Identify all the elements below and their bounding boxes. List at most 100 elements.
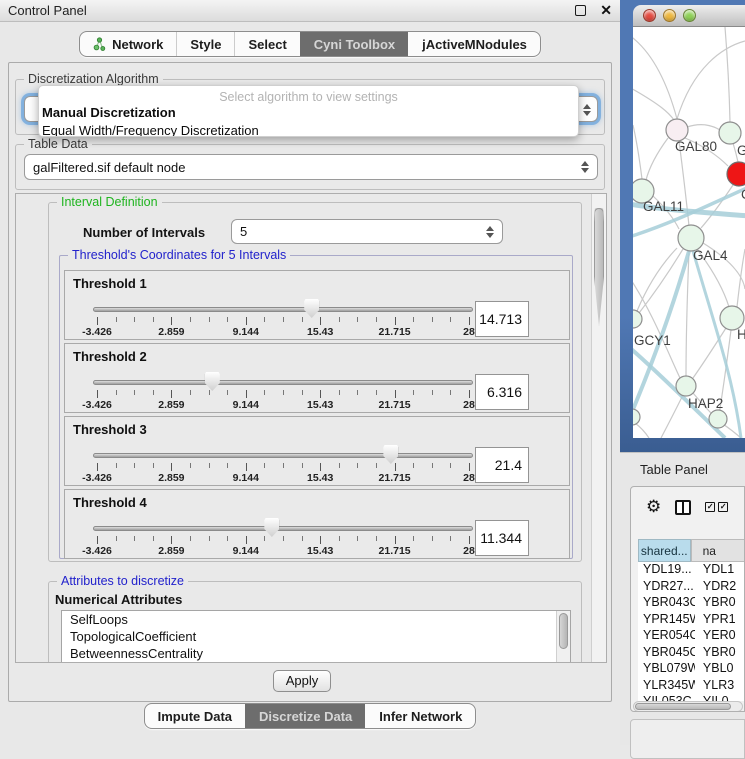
algorithm-option-manual[interactable]: Manual Discretization: [39, 104, 578, 122]
threshold-value-field[interactable]: 6.316: [475, 374, 529, 410]
node-a[interactable]: [709, 410, 727, 428]
algorithm-placeholder-option: Select algorithm to view settings: [39, 86, 578, 104]
slider-tick: [153, 390, 154, 395]
attributes-list-scrollbar[interactable]: [556, 611, 570, 663]
slider-tick: [246, 536, 247, 544]
slider-tick-label: 21.715: [379, 326, 411, 338]
threshold-slider[interactable]: -3.4262.8599.14415.4321.71528: [93, 447, 473, 485]
threshold-slider[interactable]: -3.4262.8599.14415.4321.71528: [93, 520, 473, 558]
column-header-shared-name[interactable]: shared...: [638, 539, 691, 562]
table-row[interactable]: YIL053CYIL0: [638, 694, 745, 701]
cell-name: YBL0: [695, 661, 745, 678]
table-row[interactable]: YBR045CYBR0: [638, 645, 745, 662]
gear-icon[interactable]: ⚙: [646, 499, 661, 516]
table-row[interactable]: YLR345WYLR3: [638, 678, 745, 695]
slider-tick: [116, 463, 117, 468]
panel-vertical-scrollbar[interactable]: [591, 194, 606, 662]
cell-shared-name: YPR145W: [638, 612, 695, 629]
slider-thumb[interactable]: [383, 445, 398, 464]
threshold-value-field[interactable]: 14.713: [475, 301, 529, 337]
cell-shared-name: YBR045C: [638, 645, 695, 662]
slider-tick: [469, 317, 470, 325]
slider-tick: [339, 390, 340, 395]
slider-tick: [134, 536, 135, 541]
tab-impute-data[interactable]: Impute Data: [145, 704, 245, 728]
number-of-intervals-combo[interactable]: 5: [231, 219, 503, 244]
tab-style[interactable]: Style: [176, 32, 234, 56]
gal-node[interactable]: [719, 122, 741, 144]
network-view-window: GAL80GACGAL11GAL4GCY1HHAP2: [633, 5, 745, 439]
float-window-icon[interactable]: [575, 5, 586, 16]
network-edge: [633, 277, 680, 378]
slider-tick: [302, 463, 303, 468]
slider-tick: [450, 390, 451, 395]
threshold-value-field[interactable]: 11.344: [475, 520, 529, 556]
close-traffic-light[interactable]: [643, 9, 656, 22]
gal80-node[interactable]: [666, 119, 688, 141]
cyni-toolbox-panel: Discretization Algorithm Table Data galF…: [8, 62, 612, 702]
tab-select[interactable]: Select: [234, 32, 299, 56]
control-panel: Control Panel ✕ NetworkStyleSelectCyni T…: [0, 0, 620, 745]
network-canvas[interactable]: GAL80GACGAL11GAL4GCY1HHAP2: [633, 27, 745, 438]
slider-tick: [227, 390, 228, 395]
node-label: GAL11: [643, 199, 684, 214]
slider-thumb[interactable]: [304, 299, 319, 318]
network-edge: [725, 27, 730, 122]
cell-name: YDL1: [695, 562, 745, 579]
table-row[interactable]: YDR27...YDR2: [638, 579, 745, 596]
network-window-titlebar[interactable]: [633, 5, 745, 27]
table-horizontal-scrollbar[interactable]: [633, 701, 743, 712]
table-row[interactable]: YER054CYER0: [638, 628, 745, 645]
hap2-node[interactable]: [676, 376, 696, 396]
column-header-name[interactable]: na: [691, 539, 745, 562]
checkbox-icon[interactable]: ✓: [718, 502, 728, 512]
checkbox-icon[interactable]: ✓: [705, 502, 715, 512]
gcy1-node[interactable]: [633, 310, 642, 328]
minimize-traffic-light[interactable]: [663, 9, 676, 22]
attribute-list-item[interactable]: TopologicalCoefficient: [62, 628, 570, 645]
slider-tick: [376, 390, 377, 395]
slider-thumb[interactable]: [205, 372, 220, 391]
tab-cyni-toolbox[interactable]: Cyni Toolbox: [300, 32, 408, 56]
cell-shared-name: YER054C: [638, 628, 695, 645]
thresholds-coordinates-title: Threshold's Coordinates for 5 Intervals: [68, 248, 290, 263]
tab-infer-network[interactable]: Infer Network: [365, 704, 475, 728]
slider-thumb[interactable]: [264, 518, 279, 537]
bottom-tabbar: Impute DataDiscretize DataInfer Network: [144, 703, 477, 729]
split-view-icon[interactable]: [675, 500, 691, 515]
tab-network[interactable]: Network: [80, 32, 176, 56]
tab-jactivemnodules[interactable]: jActiveMNodules: [408, 32, 540, 56]
slider-tick: [209, 390, 210, 395]
network-edge: [693, 328, 726, 378]
selected-node[interactable]: [727, 162, 745, 186]
node-label: HAP2: [688, 396, 723, 411]
network-graph[interactable]: GAL80GACGAL11GAL4GCY1HHAP2: [633, 27, 745, 438]
table-row[interactable]: YBR043CYBR0: [638, 595, 745, 612]
cell-shared-name: YDR27...: [638, 579, 695, 596]
table-row[interactable]: YDL19...YDL1: [638, 562, 745, 579]
threshold-slider[interactable]: -3.4262.8599.14415.4321.71528: [93, 374, 473, 412]
close-icon[interactable]: ✕: [600, 5, 612, 16]
zoom-traffic-light[interactable]: [683, 9, 696, 22]
slider-tick: [209, 536, 210, 541]
thresholds-coordinates-group: Threshold's Coordinates for 5 Intervals …: [59, 255, 573, 559]
threshold-value-field[interactable]: 21.4: [475, 447, 529, 483]
table-row[interactable]: YBL079WYBL0: [638, 661, 745, 678]
table-data-combo[interactable]: galFiltered.sif default node: [24, 154, 598, 180]
slider-tick: [171, 317, 172, 325]
apply-button[interactable]: Apply: [273, 670, 331, 692]
table-panel-title: Table Panel: [640, 462, 708, 477]
network-edge: [646, 138, 668, 180]
slider-tick: [450, 463, 451, 468]
threshold-slider[interactable]: -3.4262.8599.14415.4321.71528: [93, 301, 473, 339]
slider-tick: [171, 390, 172, 398]
node-b[interactable]: [633, 409, 640, 425]
table-row[interactable]: YPR145WYPR1: [638, 612, 745, 629]
slider-tick: [357, 390, 358, 395]
algorithm-option-equal-width[interactable]: Equal Width/Frequency Discretization: [39, 122, 578, 137]
numerical-attributes-list[interactable]: SelfLoopsTopologicalCoefficientBetweenne…: [61, 610, 571, 663]
tab-discretize-data[interactable]: Discretize Data: [245, 704, 365, 728]
attribute-list-item[interactable]: SelfLoops: [62, 611, 570, 628]
slider-tick: [413, 390, 414, 395]
attribute-list-item[interactable]: BetweennessCentrality: [62, 645, 570, 662]
